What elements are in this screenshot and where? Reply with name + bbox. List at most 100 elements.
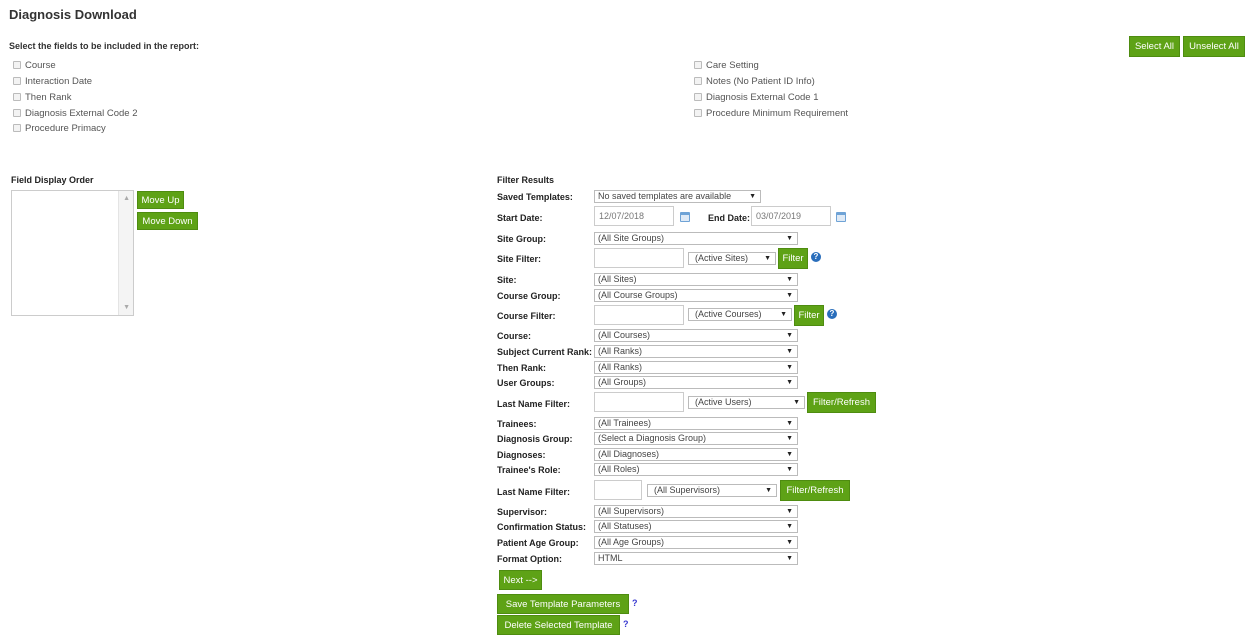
- page-title: Diagnosis Download: [9, 7, 137, 22]
- trainees-label: Trainees:: [497, 419, 537, 429]
- chevron-down-icon: ▼: [749, 193, 756, 200]
- site-select[interactable]: (All Sites) ▼: [594, 273, 798, 286]
- delete-template-button[interactable]: Delete Selected Template: [497, 615, 620, 635]
- course-group-select[interactable]: (All Course Groups) ▼: [594, 289, 798, 302]
- confirmation-status-select[interactable]: (All Statuses) ▼: [594, 520, 798, 533]
- site-group-select[interactable]: (All Site Groups) ▼: [594, 232, 798, 245]
- chevron-down-icon: ▼: [786, 348, 793, 355]
- field-order-listbox[interactable]: ▲ ▼: [11, 190, 134, 316]
- end-date-label: End Date:: [708, 213, 751, 223]
- then-rank-select[interactable]: (All Ranks) ▼: [594, 361, 798, 374]
- field-checkbox-row[interactable]: Diagnosis External Code 2: [13, 106, 137, 120]
- course-group-label: Course Group:: [497, 291, 561, 301]
- site-group-label: Site Group:: [497, 234, 546, 244]
- checkbox-label: Course: [25, 59, 56, 71]
- select-value: (All Course Groups): [598, 290, 678, 300]
- help-icon[interactable]: ?: [811, 252, 821, 262]
- chevron-down-icon: ▼: [786, 435, 793, 442]
- select-value: (All Supervisors): [654, 485, 721, 495]
- checkbox[interactable]: [13, 124, 21, 132]
- then-rank-label: Then Rank:: [497, 363, 547, 373]
- last-name-filter-input[interactable]: [594, 392, 684, 412]
- course-filter-button[interactable]: Filter: [794, 305, 824, 326]
- checkbox[interactable]: [13, 93, 21, 101]
- course-filter-select[interactable]: (Active Courses) ▼: [688, 308, 792, 321]
- select-value: (All Supervisors): [598, 506, 665, 516]
- scroll-down-icon[interactable]: ▼: [123, 304, 130, 311]
- help-icon[interactable]: ?: [623, 619, 629, 629]
- checkbox-label: Diagnosis External Code 2: [25, 107, 138, 119]
- move-down-button[interactable]: Move Down: [137, 212, 198, 230]
- chevron-down-icon: ▼: [786, 364, 793, 371]
- scroll-up-icon[interactable]: ▲: [123, 195, 130, 202]
- checkbox-label: Notes (No Patient ID Info): [706, 75, 815, 87]
- trainee-role-label: Trainee's Role:: [497, 465, 561, 475]
- checkbox-label: Procedure Minimum Requirement: [706, 107, 849, 119]
- checkbox[interactable]: [694, 93, 702, 101]
- select-value: (Active Courses): [695, 309, 762, 319]
- diagnoses-select[interactable]: (All Diagnoses) ▼: [594, 448, 798, 461]
- start-date-input[interactable]: 12/07/2018: [594, 206, 674, 226]
- field-checkbox-row[interactable]: Then Rank: [13, 90, 71, 104]
- select-all-button[interactable]: Select All: [1129, 36, 1180, 57]
- subject-rank-select[interactable]: (All Ranks) ▼: [594, 345, 798, 358]
- field-checkbox-row[interactable]: Care Setting: [694, 58, 759, 72]
- trainee-role-select[interactable]: (All Roles) ▼: [594, 463, 798, 476]
- site-filter-button[interactable]: Filter: [778, 248, 808, 269]
- field-checkbox-row[interactable]: Course: [13, 58, 56, 72]
- select-value: (All Ranks): [598, 362, 643, 372]
- filter-refresh-button[interactable]: Filter/Refresh: [807, 392, 876, 413]
- chevron-down-icon: ▼: [786, 276, 793, 283]
- format-option-select[interactable]: HTML ▼: [594, 552, 798, 565]
- course-select[interactable]: (All Courses) ▼: [594, 329, 798, 342]
- last-name-filter-label: Last Name Filter:: [497, 399, 571, 409]
- checkbox[interactable]: [13, 109, 21, 117]
- field-checkbox-row[interactable]: Procedure Minimum Requirement: [694, 106, 848, 120]
- select-value: (All Roles): [598, 464, 640, 474]
- field-checkbox-row[interactable]: Procedure Primacy: [13, 121, 106, 135]
- start-date-label: Start Date:: [497, 213, 543, 223]
- site-filter-label: Site Filter:: [497, 254, 542, 264]
- course-filter-label: Course Filter:: [497, 311, 556, 321]
- saved-templates-select[interactable]: No saved templates are available ▼: [594, 190, 761, 203]
- supervisors-filter-select[interactable]: (All Supervisors) ▼: [647, 484, 777, 497]
- checkbox[interactable]: [694, 77, 702, 85]
- end-date-input[interactable]: 03/07/2019: [751, 206, 831, 226]
- checkbox[interactable]: [13, 61, 21, 69]
- user-groups-select[interactable]: (All Groups) ▼: [594, 376, 798, 389]
- next-button[interactable]: Next -->: [499, 570, 542, 590]
- checkbox-label: Procedure Primacy: [25, 122, 106, 134]
- supervisor-filter-refresh-button[interactable]: Filter/Refresh: [780, 480, 850, 501]
- checkbox[interactable]: [694, 109, 702, 117]
- supervisor-select[interactable]: (All Supervisors) ▼: [594, 505, 798, 518]
- calendar-icon[interactable]: [680, 212, 690, 222]
- field-checkbox-row[interactable]: Diagnosis External Code 1: [694, 90, 818, 104]
- checkbox[interactable]: [694, 61, 702, 69]
- patient-age-group-select[interactable]: (All Age Groups) ▼: [594, 536, 798, 549]
- chevron-down-icon: ▼: [786, 508, 793, 515]
- checkbox[interactable]: [13, 77, 21, 85]
- users-select[interactable]: (Active Users) ▼: [688, 396, 805, 409]
- site-filter-select[interactable]: (Active Sites) ▼: [688, 252, 776, 265]
- unselect-all-button[interactable]: Unselect All: [1183, 36, 1245, 57]
- save-template-button[interactable]: Save Template Parameters: [497, 594, 629, 614]
- field-checkbox-row[interactable]: Interaction Date: [13, 74, 92, 88]
- help-icon[interactable]: ?: [827, 309, 837, 319]
- diagnosis-group-label: Diagnosis Group:: [497, 434, 573, 444]
- diagnosis-group-select[interactable]: (Select a Diagnosis Group) ▼: [594, 432, 798, 445]
- scrollbar[interactable]: ▲ ▼: [118, 191, 133, 315]
- trainees-select[interactable]: (All Trainees) ▼: [594, 417, 798, 430]
- course-label: Course:: [497, 331, 532, 341]
- move-up-button[interactable]: Move Up: [137, 191, 184, 209]
- chevron-down-icon: ▼: [786, 235, 793, 242]
- course-filter-input[interactable]: [594, 305, 684, 325]
- field-checkbox-row[interactable]: Notes (No Patient ID Info): [694, 74, 815, 88]
- select-value: (All Site Groups): [598, 233, 665, 243]
- site-filter-input[interactable]: [594, 248, 684, 268]
- select-value: (All Groups): [598, 377, 647, 387]
- supervisor-last-name-input[interactable]: [594, 480, 642, 500]
- help-icon[interactable]: ?: [632, 598, 638, 608]
- select-value: (All Sites): [598, 274, 637, 284]
- calendar-icon[interactable]: [836, 212, 846, 222]
- select-value: (All Diagnoses): [598, 449, 660, 459]
